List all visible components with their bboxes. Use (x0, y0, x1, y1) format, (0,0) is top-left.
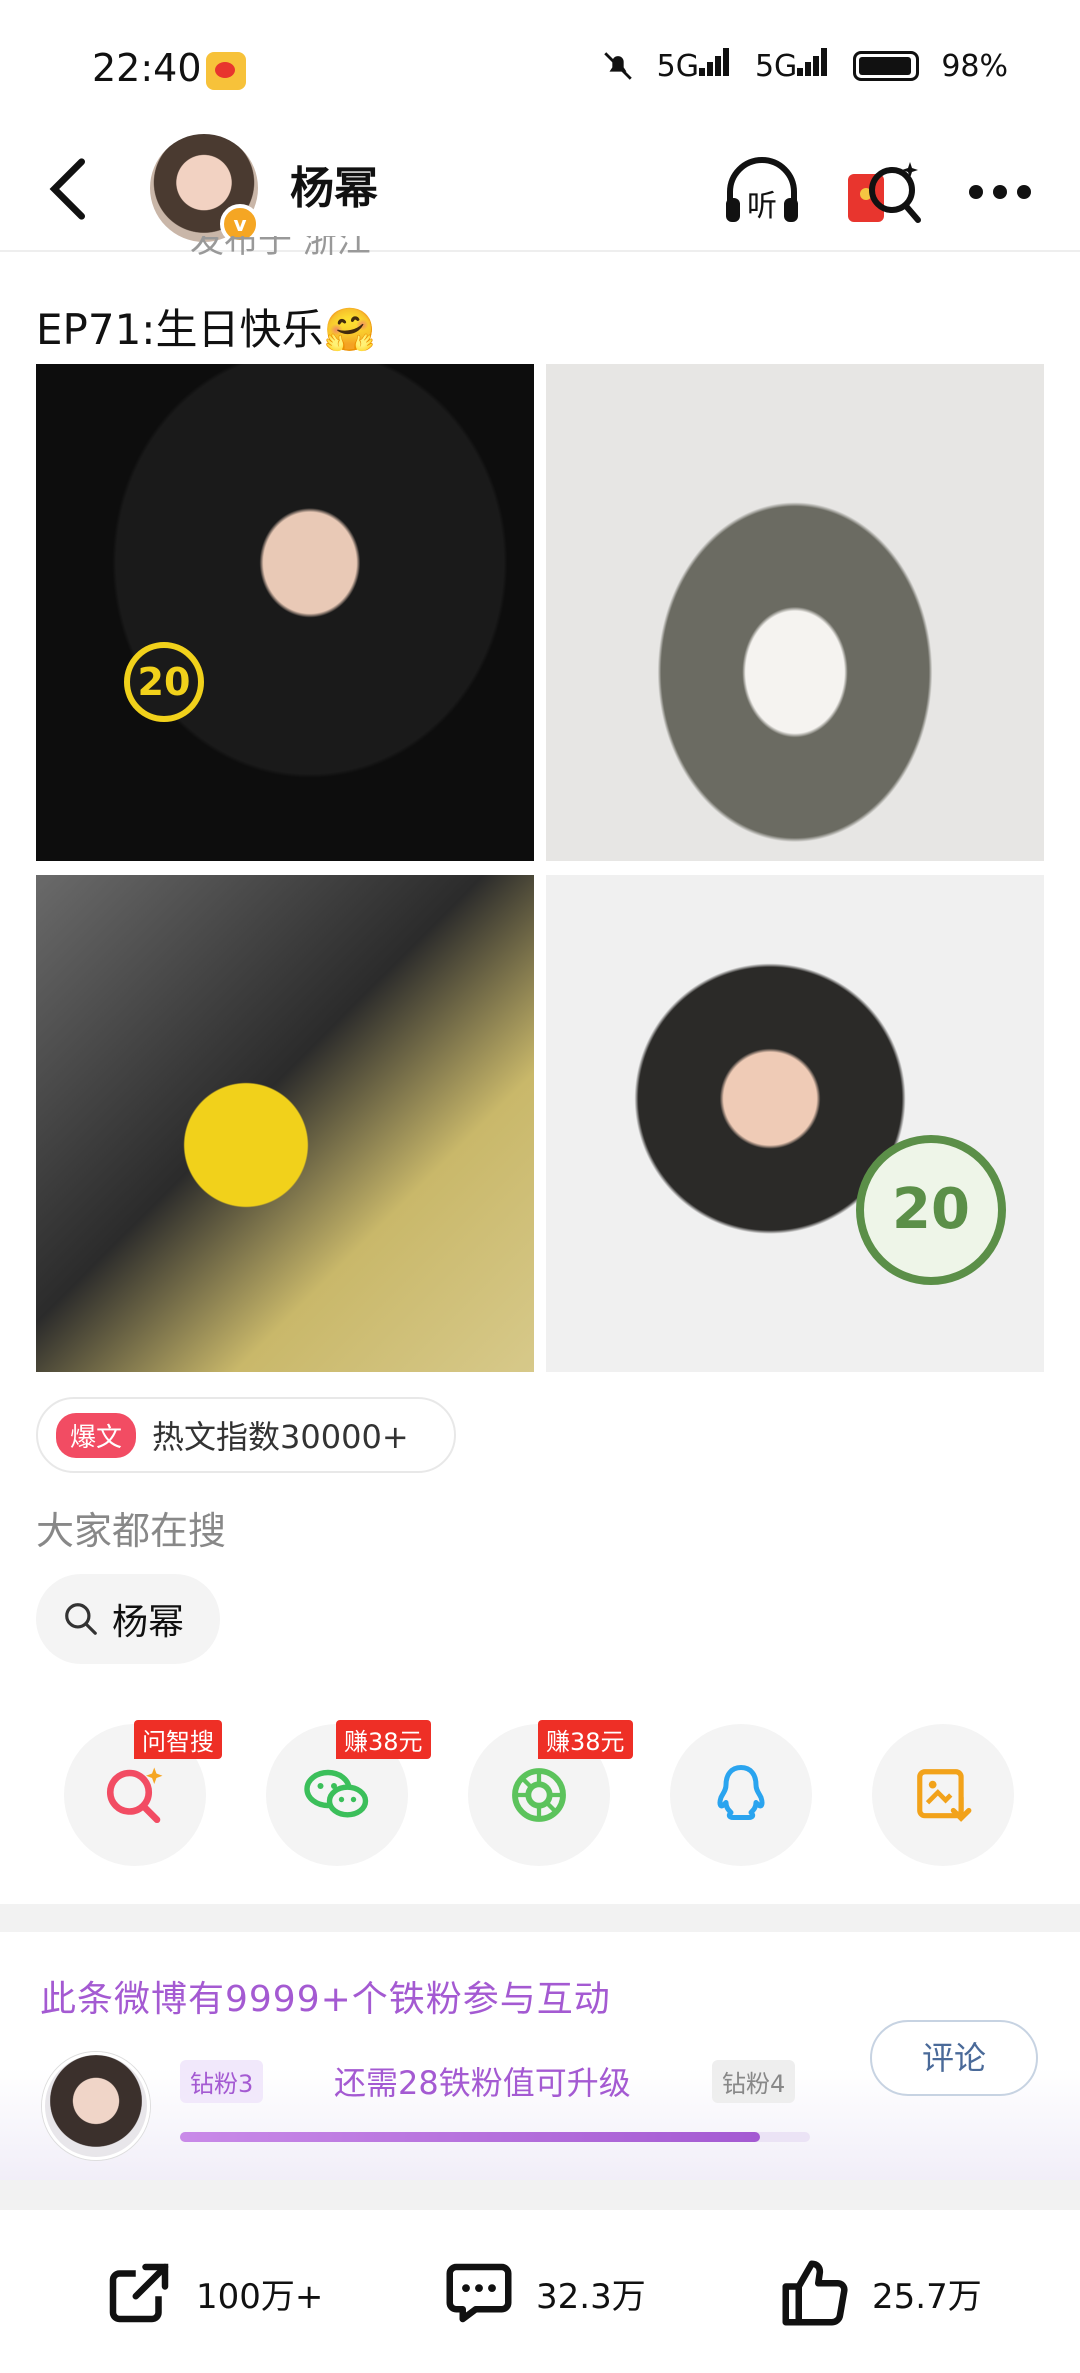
moments-icon (512, 1768, 566, 1822)
clock: 22:40 (92, 46, 202, 90)
back-icon[interactable] (38, 154, 98, 224)
comment-action-button[interactable]: 32.3万 (440, 2254, 646, 2332)
fan-progress-track (180, 2132, 810, 2142)
more-icon[interactable] (958, 150, 1042, 234)
photo-1[interactable]: 20 (36, 364, 534, 861)
iron-fans-panel: 此条微博有9999+个铁粉参与互动 钻粉3 还需28铁粉值可升级 钻粉4 评论 (0, 1932, 1080, 2180)
photo-3-flowers (166, 1035, 326, 1255)
status-bar: 22:40 5G 5G 98% (0, 0, 1080, 130)
share-moments-button[interactable]: 赚38元 (468, 1720, 633, 1866)
mute-icon (603, 52, 632, 80)
bottom-action-bar: 100万+ 32.3万 25.7万 (0, 2210, 1080, 2373)
like-button[interactable]: 25.7万 (776, 2254, 982, 2332)
fan-progress-fill (180, 2132, 760, 2142)
share-badge-0: 问智搜 (134, 1720, 222, 1759)
top-nav: v 杨幂 听 (0, 130, 1080, 252)
share-qq-button[interactable] (670, 1724, 812, 1866)
share-icon (109, 2263, 169, 2323)
save-image-button[interactable] (872, 1724, 1014, 1866)
post-title: EP71:生日快乐🤗 (36, 305, 376, 354)
like-count: 25.7万 (872, 2276, 982, 2317)
post-location-partial: 发布于 浙江 (190, 236, 371, 260)
photo-3[interactable] (36, 875, 534, 1372)
status-icons: 5G 5G 98% (601, 48, 1008, 84)
save-image-icon (917, 1769, 972, 1822)
thumbs-up-icon (782, 2260, 848, 2326)
user-name[interactable]: 杨幂 (290, 152, 378, 216)
photo-2[interactable] (546, 364, 1044, 861)
share-row: 问智搜 赚38元 赚38元 (0, 1720, 1080, 1866)
repost-count: 100万+ (196, 2276, 324, 2317)
fan-upgrade-text: 还需28铁粉值可升级 (334, 2064, 631, 2102)
search-icon (65, 1603, 97, 1635)
qq-icon (717, 1765, 765, 1820)
signal-2: 5G (755, 48, 831, 84)
section-divider (0, 1904, 1080, 1932)
wechat-icon (304, 1769, 369, 1818)
photo-4-sign: 20 (856, 1135, 1006, 1285)
hot-index-pill[interactable]: 爆文 热文指数30000+ (36, 1397, 456, 1473)
fan-avatar[interactable] (42, 2052, 150, 2160)
share-badge-2: 赚38元 (538, 1720, 633, 1759)
search-chip[interactable]: 杨幂 (36, 1574, 220, 1664)
share-badge-1: 赚38元 (336, 1720, 431, 1759)
battery-icon (853, 51, 920, 81)
fan-level-next: 钻粉4 (712, 2060, 796, 2103)
svg-text:听: 听 (747, 189, 777, 224)
share-wechat-button[interactable]: 赚38元 (266, 1720, 431, 1866)
hot-tag: 爆文 (56, 1412, 137, 1458)
photo-1-sign: 20 (124, 642, 204, 722)
fan-level-current: 钻粉3 (180, 2060, 264, 2103)
comment-count: 32.3万 (536, 2276, 646, 2317)
section-divider-2 (0, 2180, 1080, 2210)
weibo-notification-icon (206, 52, 246, 90)
comment-button[interactable]: 评论 (870, 2020, 1038, 2096)
repost-button[interactable]: 100万+ (100, 2254, 323, 2332)
photo-4[interactable]: 20 (546, 875, 1044, 1372)
hot-index-text: 热文指数30000+ (152, 1418, 409, 1456)
share-wenzhisou-button[interactable]: 问智搜 (64, 1720, 222, 1866)
redpacket-search-icon[interactable] (840, 150, 924, 234)
search-chip-label: 杨幂 (112, 1602, 185, 1643)
iron-fans-headline: 此条微博有9999+个铁粉参与互动 (40, 1979, 611, 2020)
battery-percent: 98% (941, 48, 1008, 84)
everyone-searching-title: 大家都在搜 (36, 1509, 227, 1553)
listen-icon[interactable]: 听 (720, 150, 804, 234)
comment-icon (446, 2263, 512, 2323)
signal-1: 5G (657, 48, 733, 84)
ai-search-icon (106, 1767, 163, 1824)
